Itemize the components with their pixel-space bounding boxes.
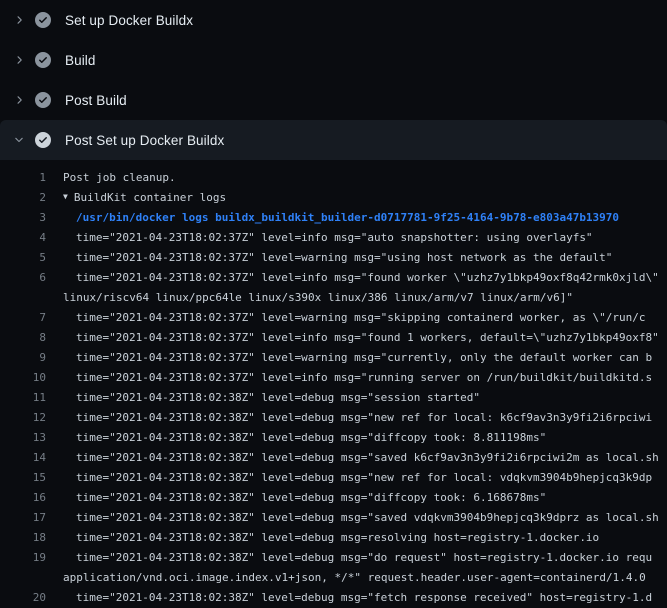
log-line: 12 time="2021-04-23T18:02:38Z" level=deb…	[0, 408, 667, 428]
log-line-number[interactable]: 5	[0, 248, 46, 268]
step-row-post-build[interactable]: Post Build	[0, 80, 667, 120]
log-line: 5 time="2021-04-23T18:02:37Z" level=warn…	[0, 248, 667, 268]
chevron-right-icon	[13, 94, 25, 106]
check-circle-icon	[35, 132, 51, 148]
log-line: 3 /usr/bin/docker logs buildx_buildkit_b…	[0, 208, 667, 228]
log-line-number[interactable]	[0, 288, 46, 308]
log-line: 9 time="2021-04-23T18:02:37Z" level=warn…	[0, 348, 667, 368]
log-line-number[interactable]: 17	[0, 508, 46, 528]
step-row-set-up-docker-buildx[interactable]: Set up Docker Buildx	[0, 0, 667, 40]
log-group-triangle-icon[interactable]: ▼	[63, 188, 68, 207]
log-line-text: time="2021-04-23T18:02:38Z" level=debug …	[76, 428, 546, 448]
log-line-number[interactable]: 13	[0, 428, 46, 448]
step-row-post-set-up-docker-buildx[interactable]: Post Set up Docker Buildx	[0, 120, 667, 160]
log-line: 6 time="2021-04-23T18:02:37Z" level=info…	[0, 268, 667, 288]
log-line-text: time="2021-04-23T18:02:38Z" level=debug …	[76, 448, 659, 468]
log-line-text: time="2021-04-23T18:02:37Z" level=info m…	[76, 368, 652, 388]
log-line: 17 time="2021-04-23T18:02:38Z" level=deb…	[0, 508, 667, 528]
log-line-number[interactable]: 20	[0, 588, 46, 608]
log-line-number[interactable]: 15	[0, 468, 46, 488]
log-line-number[interactable]: 6	[0, 268, 46, 288]
log-line-text: time="2021-04-23T18:02:38Z" level=debug …	[76, 588, 652, 608]
log-line: linux/riscv64 linux/ppc64le linux/s390x …	[0, 288, 667, 308]
log-line-text: time="2021-04-23T18:02:37Z" level=warnin…	[76, 248, 612, 268]
log-line: 11 time="2021-04-23T18:02:38Z" level=deb…	[0, 388, 667, 408]
log-line-number[interactable]: 9	[0, 348, 46, 368]
log-line-text: Post job cleanup.	[63, 168, 176, 188]
log-line: 15 time="2021-04-23T18:02:38Z" level=deb…	[0, 468, 667, 488]
log-line-number[interactable]: 11	[0, 388, 46, 408]
log-line-number[interactable]: 10	[0, 368, 46, 388]
log-line-number[interactable]: 4	[0, 228, 46, 248]
step-row-build[interactable]: Build	[0, 40, 667, 80]
log-line-number[interactable]: 18	[0, 528, 46, 548]
log-line-number[interactable]: 3	[0, 208, 46, 228]
log-line-text: linux/riscv64 linux/ppc64le linux/s390x …	[63, 288, 573, 308]
log-line: 7 time="2021-04-23T18:02:37Z" level=warn…	[0, 308, 667, 328]
check-circle-icon	[35, 92, 51, 108]
log-line: 4 time="2021-04-23T18:02:37Z" level=info…	[0, 228, 667, 248]
step-label: Post Set up Docker Buildx	[65, 133, 224, 148]
log-line-text: time="2021-04-23T18:02:37Z" level=info m…	[76, 328, 659, 348]
log-line: 19 time="2021-04-23T18:02:38Z" level=deb…	[0, 548, 667, 568]
log-line-text: time="2021-04-23T18:02:38Z" level=debug …	[76, 508, 659, 528]
log-line-text: time="2021-04-23T18:02:38Z" level=debug …	[76, 528, 599, 548]
log-line: 2 ▼ BuildKit container logs	[0, 188, 667, 208]
step-list: Set up Docker Buildx Build Post Build Po…	[0, 0, 667, 160]
log-viewer: 1 Post job cleanup. 2 ▼ BuildKit containe…	[0, 160, 667, 608]
log-line-number[interactable]: 2	[0, 188, 46, 208]
log-line-text: time="2021-04-23T18:02:37Z" level=info m…	[76, 228, 593, 248]
log-line: 14 time="2021-04-23T18:02:38Z" level=deb…	[0, 448, 667, 468]
log-line: 18 time="2021-04-23T18:02:38Z" level=deb…	[0, 528, 667, 548]
chevron-down-icon	[13, 134, 25, 146]
log-line-number[interactable]: 14	[0, 448, 46, 468]
log-line-text: time="2021-04-23T18:02:37Z" level=info m…	[76, 268, 667, 288]
log-line-number[interactable]: 8	[0, 328, 46, 348]
log-line-text: time="2021-04-23T18:02:38Z" level=debug …	[76, 548, 652, 568]
chevron-right-icon	[13, 14, 25, 26]
step-label: Set up Docker Buildx	[65, 13, 193, 28]
log-line: 16 time="2021-04-23T18:02:38Z" level=deb…	[0, 488, 667, 508]
step-label: Build	[65, 53, 96, 68]
step-label: Post Build	[65, 93, 127, 108]
log-line-text: time="2021-04-23T18:02:38Z" level=debug …	[76, 488, 546, 508]
log-line-text: time="2021-04-23T18:02:37Z" level=warnin…	[76, 308, 646, 328]
log-line: 20 time="2021-04-23T18:02:38Z" level=deb…	[0, 588, 667, 608]
log-line: 8 time="2021-04-23T18:02:37Z" level=info…	[0, 328, 667, 348]
log-line-text: time="2021-04-23T18:02:37Z" level=warnin…	[76, 348, 652, 368]
log-line-text: time="2021-04-23T18:02:38Z" level=debug …	[76, 408, 652, 428]
log-line-text[interactable]: BuildKit container logs	[74, 188, 226, 208]
log-line-number[interactable]: 1	[0, 168, 46, 188]
log-line-number[interactable]: 16	[0, 488, 46, 508]
log-line-text: /usr/bin/docker logs buildx_buildkit_bui…	[76, 208, 619, 228]
log-line: 10 time="2021-04-23T18:02:37Z" level=inf…	[0, 368, 667, 388]
chevron-right-icon	[13, 54, 25, 66]
log-line-text: time="2021-04-23T18:02:38Z" level=debug …	[76, 388, 480, 408]
log-line-number[interactable]: 12	[0, 408, 46, 428]
log-line-text: time="2021-04-23T18:02:38Z" level=debug …	[76, 468, 652, 488]
log-line: application/vnd.oci.image.index.v1+json,…	[0, 568, 667, 588]
check-circle-icon	[35, 52, 51, 68]
check-circle-icon	[35, 12, 51, 28]
log-line: 1 Post job cleanup.	[0, 168, 667, 188]
log-line-number[interactable]: 19	[0, 548, 46, 568]
log-line-number[interactable]: 7	[0, 308, 46, 328]
log-line: 13 time="2021-04-23T18:02:38Z" level=deb…	[0, 428, 667, 448]
log-line-number[interactable]	[0, 568, 46, 588]
log-line-text: application/vnd.oci.image.index.v1+json,…	[63, 568, 646, 588]
